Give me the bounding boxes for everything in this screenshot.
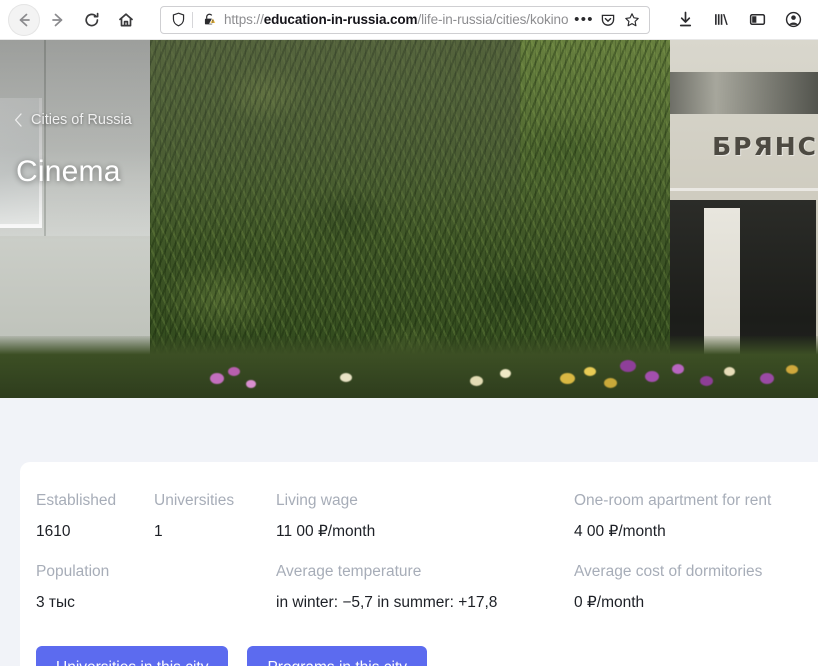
hero-overlay-scrim	[0, 40, 520, 240]
ellipsis-glyph: •••	[574, 10, 594, 28]
url-text[interactable]: https://education-in-russia.com/life-in-…	[224, 6, 571, 34]
programs-in-this-city-button[interactable]: Programs in this city	[247, 646, 428, 666]
navigation-buttons	[8, 3, 142, 36]
account-button[interactable]	[778, 5, 808, 35]
back-arrow-icon	[19, 13, 30, 26]
photo-flower	[700, 376, 713, 386]
stat-value: 4 00 ₽/month	[574, 523, 666, 540]
breadcrumb-label: Cities of Russia	[31, 112, 132, 128]
urlbar-divider	[192, 11, 193, 28]
photo-flower	[604, 378, 617, 388]
home-button[interactable]	[110, 4, 142, 36]
stat-value: 11 00 ₽/month	[276, 523, 376, 540]
photo-flower	[645, 371, 659, 382]
pocket-save-icon[interactable]	[597, 9, 619, 31]
stat-average-temperature: Average temperature in winter: −5,7 in s…	[276, 561, 574, 614]
url-path: /life-in-russia/cities/kokino	[417, 11, 569, 27]
photo-flower	[672, 364, 684, 374]
address-bar[interactable]: https://education-in-russia.com/life-in-…	[160, 5, 650, 34]
url-scheme: https://	[224, 11, 264, 27]
sidebar-button[interactable]	[742, 5, 772, 35]
photo-flower	[470, 376, 483, 386]
stat-population: Population 3 тыс	[36, 561, 154, 614]
hero-photo: БРЯНС	[0, 40, 818, 398]
bookmark-star-icon[interactable]	[621, 9, 643, 31]
stat-value: in winter: −5,7 in summer: +17,8	[276, 594, 498, 611]
downloads-button[interactable]	[670, 5, 700, 35]
stat-universities: Universities 1	[154, 490, 276, 543]
breadcrumb[interactable]: Cities of Russia	[14, 112, 132, 128]
tracking-protection-shield-icon[interactable]	[169, 11, 187, 29]
photo-right-window-strip	[648, 72, 818, 114]
browser-toolbar: https://education-in-russia.com/life-in-…	[0, 0, 818, 40]
stat-living-wage: Living wage 11 00 ₽/month	[276, 490, 574, 543]
downloads-icon	[679, 11, 691, 27]
account-icon	[785, 11, 801, 28]
stat-label: Established	[36, 492, 117, 509]
photo-flower	[584, 367, 596, 376]
back-button[interactable]	[8, 3, 40, 36]
home-icon	[119, 12, 133, 26]
city-info-card: Established 1610 Universities 1 Living w…	[20, 462, 818, 666]
photo-flower	[620, 360, 636, 372]
photo-flower	[786, 365, 798, 374]
page-viewport: БРЯНС Cities of Russia Cinema Establishe…	[0, 40, 818, 666]
url-host: education-in-russia.com	[263, 11, 418, 27]
photo-flower	[560, 373, 575, 384]
hero-banner: БРЯНС Cities of Russia Cinema	[0, 40, 818, 398]
page-actions-ellipsis-icon[interactable]: •••	[573, 9, 595, 31]
stat-label: Population	[36, 563, 110, 580]
stat-value: 0 ₽/month	[574, 594, 645, 611]
page-title: Cinema	[16, 155, 121, 188]
photo-flower	[724, 367, 735, 376]
sidebar-icon	[749, 13, 765, 26]
reload-button[interactable]	[76, 4, 108, 36]
photo-flower	[760, 373, 774, 384]
insecure-lock-warning-icon[interactable]	[200, 11, 218, 29]
stat-one-room-apartment-rent: One-room apartment for rent 4 00 ₽/month	[574, 490, 818, 543]
photo-flower	[246, 380, 256, 388]
stat-label: Universities	[154, 492, 235, 509]
photo-flower-bed	[0, 336, 818, 398]
city-stats-grid: Established 1610 Universities 1 Living w…	[20, 490, 818, 614]
stat-value: 3 тыс	[36, 594, 75, 611]
photo-flower	[500, 369, 511, 378]
toolbar-right-icons	[670, 5, 810, 35]
chevron-left-icon	[14, 113, 22, 127]
city-action-buttons: Universities in this city Programs in th…	[20, 614, 818, 666]
reload-icon	[85, 12, 99, 26]
library-button[interactable]	[706, 5, 736, 35]
library-icon	[714, 14, 728, 25]
stat-average-cost-dormitories: Average cost of dormitories 0 ₽/month	[574, 561, 818, 614]
stat-label: Average cost of dormitories	[574, 563, 763, 580]
stat-value: 1610	[36, 523, 71, 540]
universities-in-this-city-button[interactable]: Universities in this city	[36, 646, 229, 666]
forward-arrow-icon	[52, 13, 63, 26]
building-sign-text: БРЯНС	[712, 132, 818, 161]
forward-button[interactable]	[42, 4, 74, 36]
photo-flower	[340, 373, 352, 382]
photo-flower	[228, 367, 240, 376]
photo-flower	[210, 373, 224, 384]
stat-established: Established 1610	[36, 490, 154, 543]
stat-value: 1	[154, 523, 163, 540]
stat-label: Living wage	[276, 492, 358, 509]
stat-label: One-room apartment for rent	[574, 492, 772, 509]
stat-label: Average temperature	[276, 563, 422, 580]
